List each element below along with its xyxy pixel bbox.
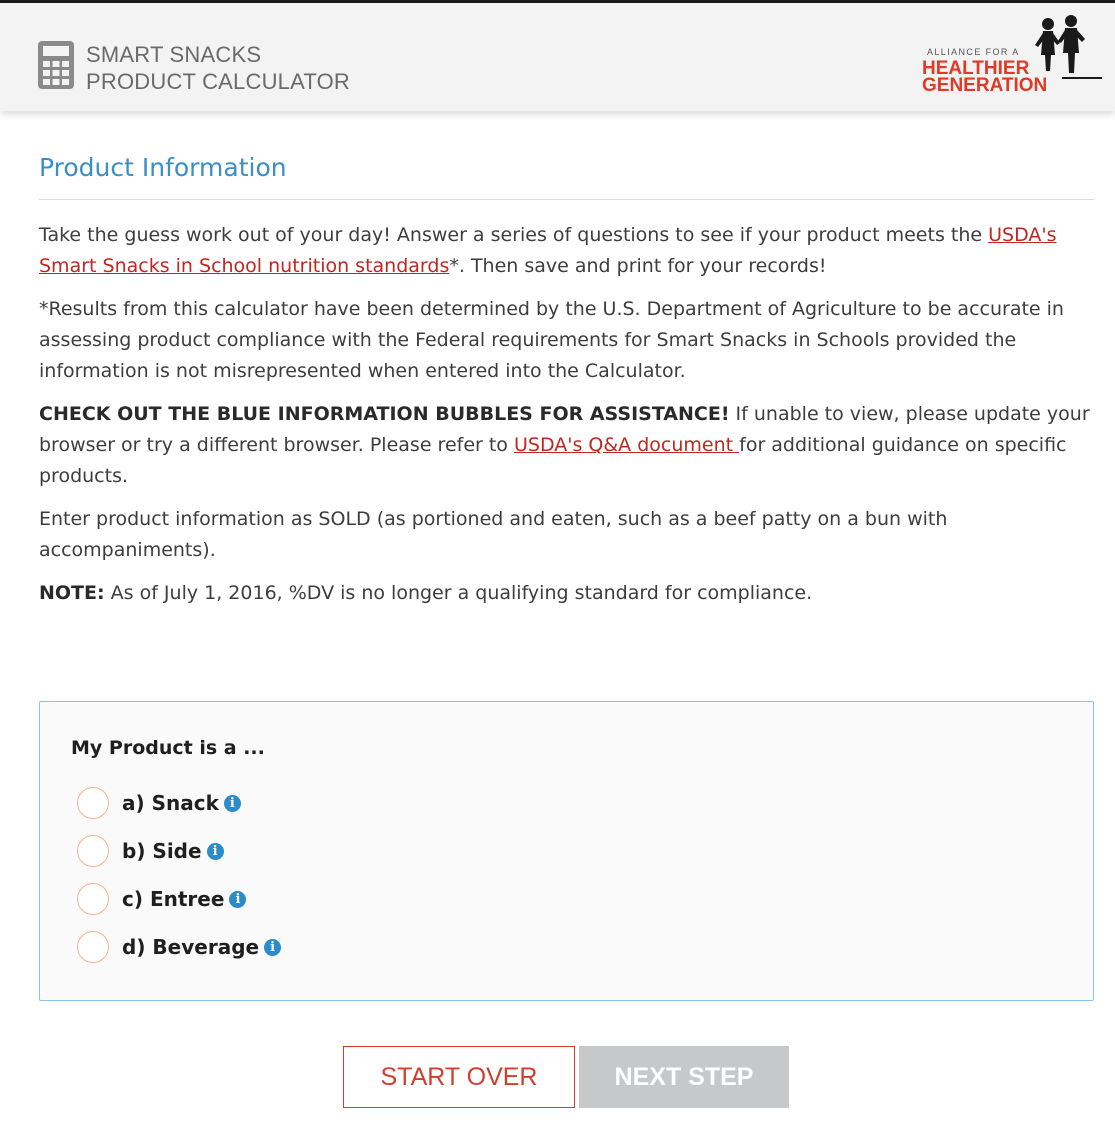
next-step-button[interactable]: NEXT STEP	[579, 1046, 789, 1108]
sold-instruction-paragraph: Enter product information as SOLD (as po…	[39, 508, 948, 561]
option-snack[interactable]: a) Snack i	[77, 785, 241, 821]
radio-beverage[interactable]	[77, 931, 109, 963]
app-header: SMART SNACKS PRODUCT CALCULATOR ALLIANCE…	[0, 3, 1115, 111]
app-title: SMART SNACKS PRODUCT CALCULATOR	[86, 41, 350, 95]
option-label: b) Side	[122, 839, 202, 863]
product-type-question: My Product is a ... a) Snack i b) Side i…	[39, 701, 1094, 1001]
section-title: Product Information	[39, 150, 1094, 200]
calculator-icon	[38, 41, 74, 89]
assistance-paragraph: CHECK OUT THE BLUE INFORMATION BUBBLES F…	[39, 399, 1094, 492]
option-side[interactable]: b) Side i	[77, 833, 224, 869]
option-label: d) Beverage	[122, 935, 260, 959]
intro-text: Take the guess work out of your day! Ans…	[39, 224, 989, 246]
option-entree[interactable]: c) Entree i	[77, 881, 247, 917]
option-label: a) Snack	[122, 791, 219, 815]
assistance-heading: CHECK OUT THE BLUE INFORMATION BUBBLES F…	[39, 403, 730, 425]
disclaimer-paragraph: *Results from this calculator have been …	[39, 298, 1064, 382]
intro-paragraph: Take the guess work out of your day! Ans…	[39, 220, 1094, 282]
radio-side[interactable]	[77, 835, 109, 867]
info-icon[interactable]: i	[229, 890, 247, 908]
main-content: Product Information Take the guess work …	[39, 150, 1094, 609]
radio-entree[interactable]	[77, 883, 109, 915]
logo-small-text: ALLIANCE FOR A	[927, 47, 1020, 57]
logo-line2: GENERATION	[922, 75, 1048, 96]
running-kids-icon	[1035, 15, 1102, 79]
app-title-line2: PRODUCT CALCULATOR	[86, 69, 350, 94]
info-icon[interactable]: i	[264, 938, 282, 956]
start-over-button[interactable]: START OVER	[343, 1046, 575, 1108]
healthier-generation-logo[interactable]: ALLIANCE FOR A HEALTHIER GENERATION	[922, 15, 1102, 101]
note-text: As of July 1, 2016, %DV is no longer a q…	[104, 582, 813, 604]
note-label: NOTE:	[39, 582, 105, 604]
note-paragraph: NOTE: As of July 1, 2016, %DV is no long…	[39, 578, 1094, 609]
option-label: c) Entree	[122, 887, 225, 911]
usda-qa-document-link[interactable]: USDA's Q&A document	[514, 434, 739, 456]
info-icon[interactable]: i	[223, 794, 241, 812]
intro-text-after: *. Then save and print for your records!	[449, 255, 827, 277]
info-icon[interactable]: i	[206, 842, 224, 860]
app-title-line1: SMART SNACKS	[86, 42, 262, 67]
radio-snack[interactable]	[77, 787, 109, 819]
question-label: My Product is a ...	[71, 737, 265, 759]
option-beverage[interactable]: d) Beverage i	[77, 929, 282, 965]
